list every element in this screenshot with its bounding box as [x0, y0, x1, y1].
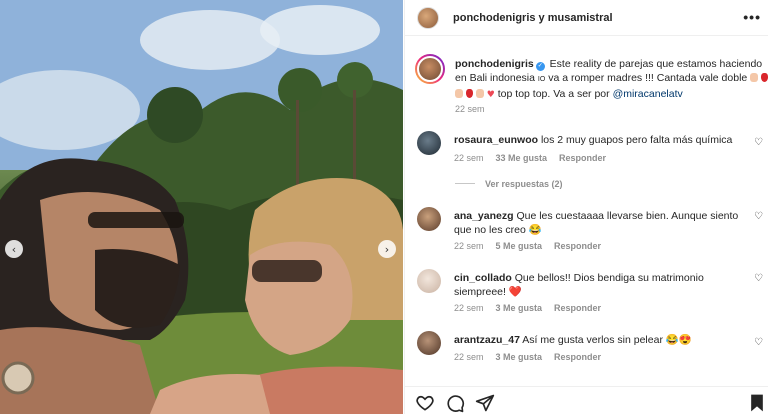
avatar[interactable]	[415, 54, 445, 84]
comment-text: ana_yanezg Que les cuestaaaa llevarse bi…	[454, 209, 749, 237]
heart-icon[interactable]: ♡	[754, 337, 763, 348]
comment-username[interactable]: cin_collado	[454, 272, 512, 284]
comment-meta: 22 sem 3 Me gusta Responder	[454, 352, 613, 362]
avatar[interactable]	[417, 331, 441, 355]
comment-username[interactable]: ana_yanezg	[454, 210, 514, 222]
comment-time[interactable]: 22 sem	[454, 303, 484, 313]
more-options-icon[interactable]: •••	[743, 9, 761, 25]
heart-icon[interactable]: ♡	[754, 273, 763, 284]
heart-icon[interactable]	[415, 393, 435, 413]
couple-photo-illustration	[0, 0, 403, 414]
comment-time[interactable]: 22 sem	[454, 153, 484, 163]
hand-emoji-icon	[750, 73, 759, 82]
post-actions-bar	[405, 386, 768, 414]
view-replies-label: Ver respuestas (2)	[485, 179, 563, 189]
chevron-right-icon[interactable]: ›	[378, 240, 396, 258]
reply-button[interactable]: Responder	[554, 303, 601, 313]
comment-username[interactable]: rosaura_eunwoo	[454, 134, 538, 146]
caption-text: ponchodenigris ✓ Este reality de parejas …	[455, 57, 768, 102]
comment-body: Así me gusta verlos sin pelear 😂😍	[522, 334, 693, 346]
comment-time[interactable]: 22 sem	[454, 352, 484, 362]
comment-text: cin_collado Que bellos!! Dios bendiga su…	[454, 271, 749, 299]
caption-mention[interactable]: @miracanelatv	[613, 88, 683, 100]
comment-username[interactable]: arantzazu_47	[454, 334, 520, 346]
hand-emoji-icon	[475, 89, 484, 98]
avatar[interactable]	[417, 269, 441, 293]
comment-time[interactable]: 22 sem	[454, 241, 484, 251]
comment-likes[interactable]: 5 Me gusta	[496, 241, 543, 251]
avatar[interactable]	[417, 6, 439, 29]
chevron-left-icon[interactable]: ‹	[5, 240, 23, 258]
comment-meta: 22 sem 3 Me gusta Responder	[454, 303, 613, 313]
comment-likes[interactable]: 3 Me gusta	[496, 352, 543, 362]
reply-button[interactable]: Responder	[554, 241, 601, 251]
post-author-title[interactable]: ponchodenigris y musamistral	[453, 12, 613, 24]
comment-meta: 22 sem 5 Me gusta Responder	[454, 241, 613, 251]
caption-body-2: va a romper madres !!! Cantada vale dobl…	[545, 72, 751, 84]
comment-body: los 2 muy guapos pero falta más química	[540, 134, 733, 146]
post-side-panel: ponchodenigris y musamistral ••• ponchod…	[404, 0, 768, 414]
verified-badge-icon: ✓	[535, 62, 545, 71]
heart-icon[interactable]: ♡	[754, 211, 763, 222]
comment-text: rosaura_eunwoo los 2 muy guapos pero fal…	[454, 133, 749, 147]
hand-emoji-icon	[455, 89, 463, 98]
comment-text: arantzazu_47 Así me gusta verlos sin pel…	[454, 333, 749, 347]
strawberry-emoji-icon	[761, 73, 768, 82]
share-icon[interactable]	[475, 393, 495, 413]
comment-likes[interactable]: 3 Me gusta	[496, 303, 543, 313]
caption-timestamp[interactable]: 22 sem	[455, 104, 485, 114]
reply-button[interactable]: Responder	[559, 153, 606, 163]
caption-body-3: top top top. Va a ser por	[494, 88, 613, 100]
comment-meta: 22 sem 33 Me gusta Responder	[454, 153, 618, 163]
caption-username[interactable]: ponchodenigris	[455, 58, 534, 70]
view-replies-button[interactable]: Ver respuestas (2)	[455, 179, 563, 189]
comment-icon[interactable]	[445, 393, 465, 413]
strawberry-emoji-icon	[465, 89, 473, 98]
bookmark-icon[interactable]	[747, 393, 767, 413]
post-header: ponchodenigris y musamistral •••	[405, 0, 768, 36]
avatar[interactable]	[417, 131, 441, 155]
comment-likes[interactable]: 33 Me gusta	[496, 153, 548, 163]
reply-button[interactable]: Responder	[554, 352, 601, 362]
heart-emoji-icon: ♥	[486, 90, 495, 100]
avatar[interactable]	[417, 207, 441, 231]
post-photo: ‹ ›	[0, 0, 403, 414]
heart-icon[interactable]: ♡	[754, 137, 763, 148]
